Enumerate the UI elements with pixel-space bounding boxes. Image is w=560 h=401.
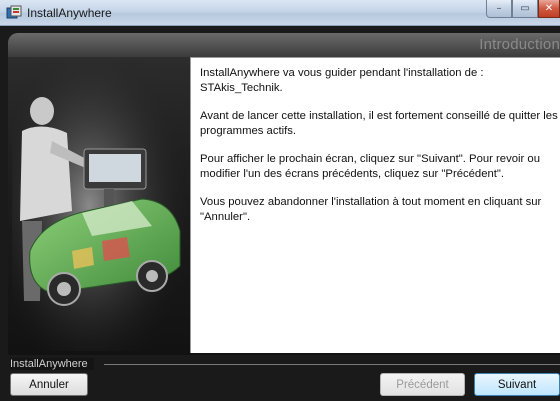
- next-button[interactable]: Suivant: [474, 373, 560, 396]
- separator-line: [104, 364, 560, 365]
- step-title: Introduction: [479, 36, 560, 53]
- window-controls: – ▭ ✕: [486, 0, 560, 20]
- brand-label: InstallAnywhere: [10, 358, 94, 370]
- previous-button[interactable]: Précédent: [380, 373, 465, 396]
- introduction-content: InstallAnywhere va vous guider pendant l…: [190, 57, 560, 353]
- header-band: Introduction: [8, 33, 560, 57]
- intro-paragraph-4: Vous pouvez abandonner l'installation à …: [200, 196, 542, 223]
- brand-separator: InstallAnywhere: [8, 358, 560, 372]
- window-title: InstallAnywhere: [27, 6, 112, 20]
- intro-paragraph-2: Avant de lancer cette installation, il e…: [200, 110, 558, 137]
- close-icon[interactable]: ✕: [538, 0, 560, 18]
- mechanic-car-illustration: [12, 61, 184, 351]
- minimize-icon[interactable]: –: [486, 0, 512, 18]
- maximize-icon[interactable]: ▭: [512, 0, 538, 18]
- intro-paragraph-3: Pour afficher le prochain écran, cliquez…: [200, 153, 540, 180]
- window-title-bar[interactable]: InstallAnywhere – ▭ ✕: [0, 0, 560, 26]
- installanywhere-icon: [6, 5, 22, 21]
- cancel-button[interactable]: Annuler: [10, 373, 88, 396]
- installer-frame: Introduction InstallAnywhere va vous gui…: [8, 33, 560, 355]
- intro-paragraph-1: InstallAnywhere va vous guider pendant l…: [200, 67, 484, 94]
